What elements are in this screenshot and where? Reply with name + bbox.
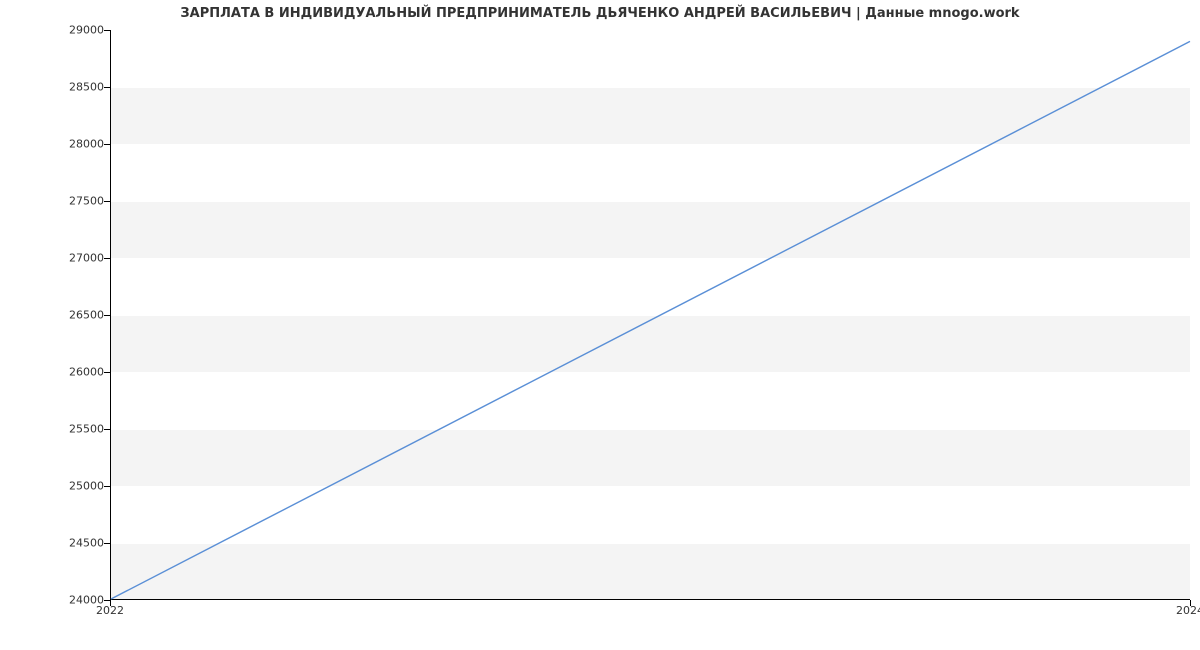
x-tick-label: 2024 [1176,604,1200,617]
y-tick-mark [104,429,110,430]
y-tick-mark [104,258,110,259]
y-tick-label: 26000 [24,366,104,379]
y-tick-label: 25000 [24,480,104,493]
chart-title: ЗАРПЛАТА В ИНДИВИДУАЛЬНЫЙ ПРЕДПРИНИМАТЕЛ… [0,6,1200,21]
y-tick-mark [104,486,110,487]
y-tick-mark [104,201,110,202]
plot-area [110,30,1190,600]
y-tick-mark [104,543,110,544]
y-grid-line [111,600,1190,601]
y-tick-label: 24500 [24,537,104,550]
y-tick-label: 28000 [24,138,104,151]
data-line [111,41,1190,599]
y-tick-mark [104,30,110,31]
chart-container: ЗАРПЛАТА В ИНДИВИДУАЛЬНЫЙ ПРЕДПРИНИМАТЕЛ… [0,0,1200,650]
y-tick-mark [104,372,110,373]
x-tick-mark [110,600,111,606]
line-series [111,30,1190,599]
y-tick-label: 27000 [24,252,104,265]
y-tick-label: 24000 [24,594,104,607]
y-tick-mark [104,144,110,145]
y-tick-label: 27500 [24,195,104,208]
y-tick-mark [104,87,110,88]
y-tick-label: 29000 [24,24,104,37]
x-tick-mark [1190,600,1191,606]
y-tick-mark [104,315,110,316]
y-tick-label: 25500 [24,423,104,436]
y-tick-label: 26500 [24,309,104,322]
y-tick-label: 28500 [24,81,104,94]
